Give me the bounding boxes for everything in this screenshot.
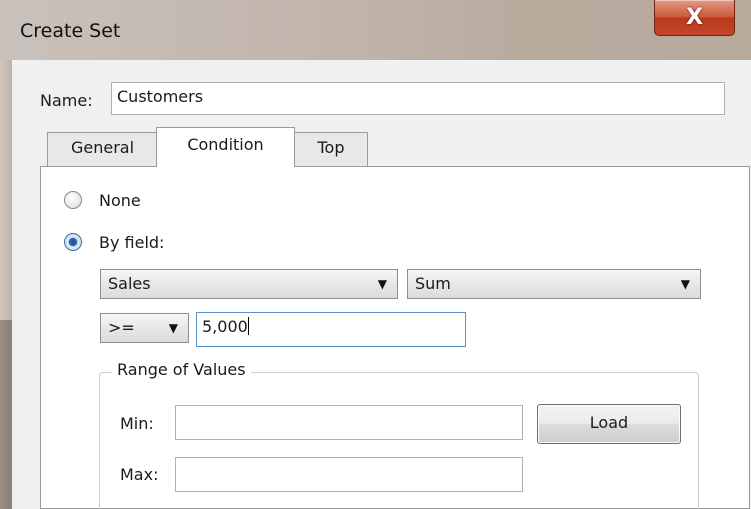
title-bar[interactable]: Create Set X bbox=[0, 0, 751, 60]
tab-general[interactable]: General bbox=[47, 132, 158, 166]
window-title: Create Set bbox=[20, 20, 121, 42]
tab-top[interactable]: Top bbox=[294, 132, 368, 166]
min-label: Min: bbox=[120, 414, 154, 433]
close-icon: X bbox=[686, 5, 703, 30]
chevron-down-icon: ▼ bbox=[168, 321, 178, 335]
tab-general-label: General bbox=[70, 138, 135, 157]
name-label: Name: bbox=[40, 91, 93, 110]
radio-by-field-label[interactable]: By field: bbox=[99, 233, 164, 252]
min-input[interactable] bbox=[175, 405, 523, 440]
tab-condition[interactable]: Condition bbox=[156, 127, 295, 167]
operator-select-value: >= bbox=[108, 318, 135, 337]
field-select-value: Sales bbox=[108, 274, 151, 293]
load-button[interactable]: Load bbox=[537, 404, 681, 444]
condition-value-text: 5,000 bbox=[202, 317, 248, 336]
radio-none-label[interactable]: None bbox=[99, 191, 141, 210]
name-input[interactable]: Customers bbox=[111, 82, 725, 115]
name-input-value: Customers bbox=[117, 87, 204, 106]
operator-select[interactable]: >= ▼ bbox=[100, 313, 189, 343]
radio-by-field[interactable] bbox=[64, 233, 82, 251]
max-input[interactable] bbox=[175, 457, 523, 492]
aggregation-select[interactable]: Sum ▼ bbox=[407, 269, 701, 299]
load-button-label: Load bbox=[589, 413, 629, 432]
condition-value-input[interactable]: 5,000 bbox=[196, 312, 466, 347]
field-select[interactable]: Sales ▼ bbox=[100, 269, 398, 299]
radio-none[interactable] bbox=[64, 191, 82, 209]
range-of-values-legend: Range of Values bbox=[112, 360, 251, 379]
chevron-down-icon: ▼ bbox=[680, 277, 690, 291]
aggregation-select-value: Sum bbox=[415, 274, 451, 293]
close-button[interactable]: X bbox=[654, 0, 735, 36]
chevron-down-icon: ▼ bbox=[377, 277, 387, 291]
tab-condition-label: Condition bbox=[187, 135, 264, 154]
tab-top-label: Top bbox=[317, 138, 345, 157]
max-label: Max: bbox=[120, 465, 159, 484]
text-cursor bbox=[247, 317, 249, 335]
window-frame-shadow bbox=[0, 320, 12, 509]
